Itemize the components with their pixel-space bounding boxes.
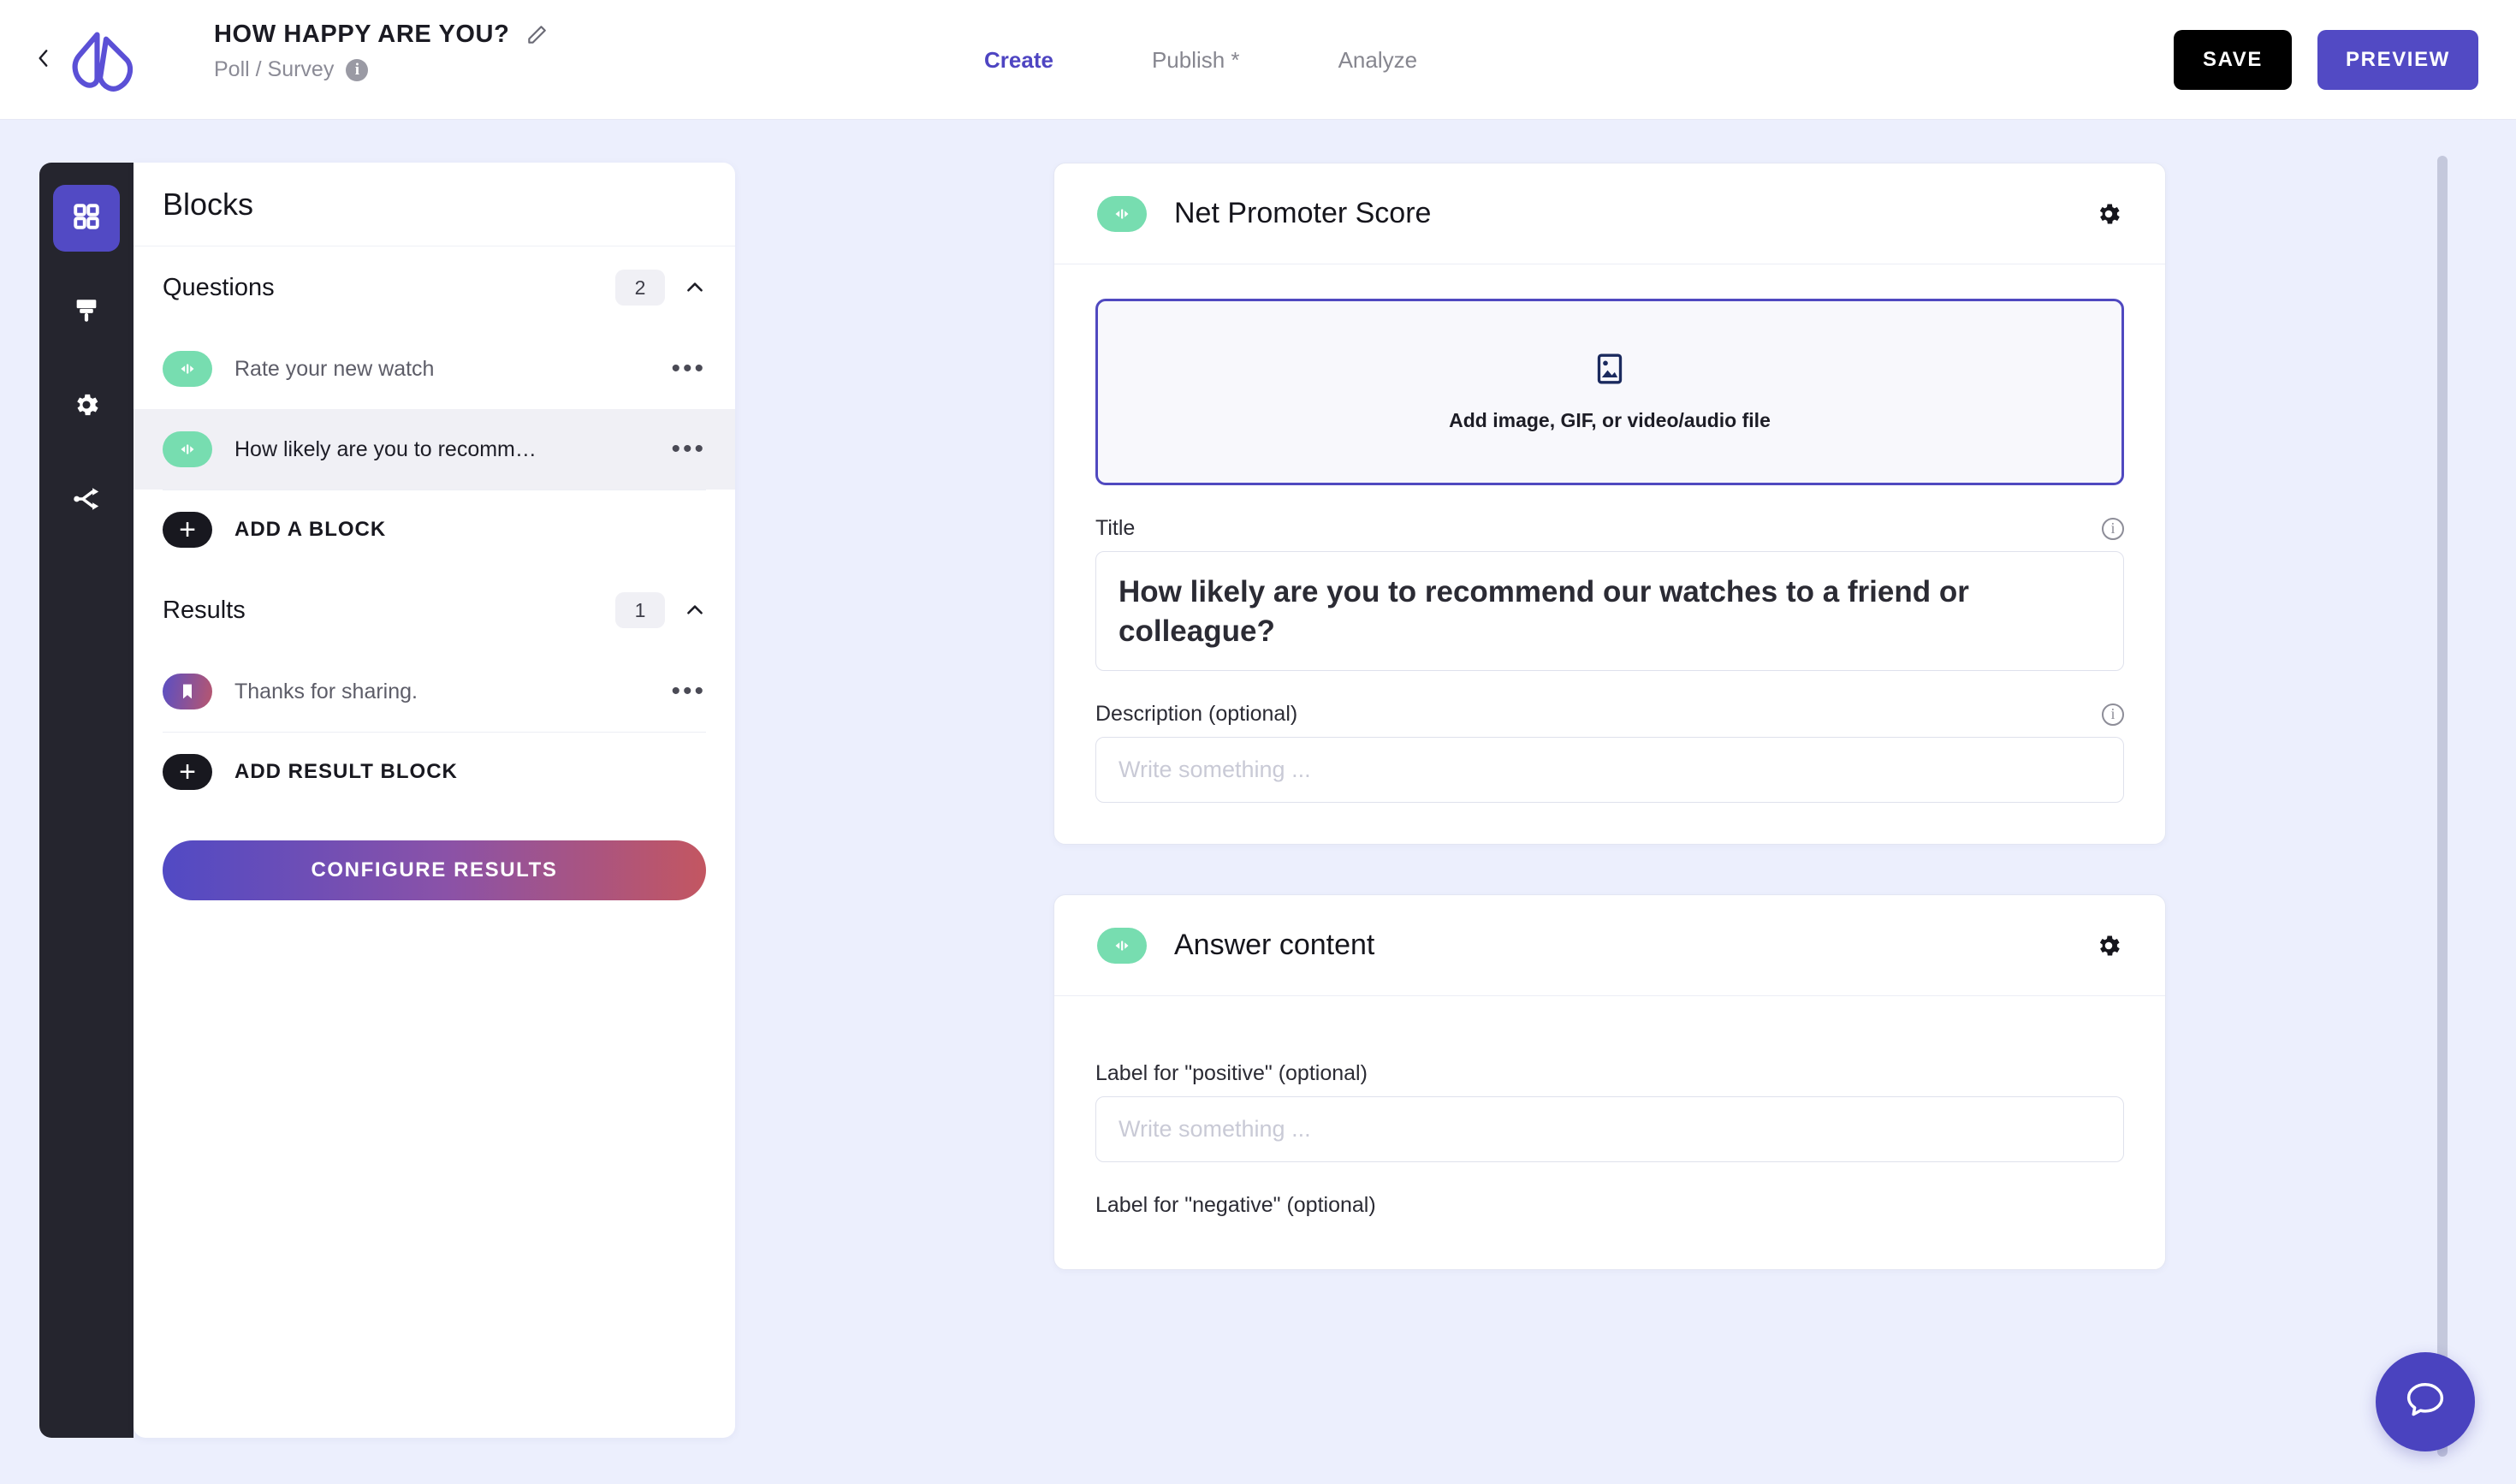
more-dots-icon[interactable]: ••• — [659, 435, 706, 464]
list-item[interactable]: Thanks for sharing. ••• — [134, 651, 735, 732]
list-item[interactable]: Rate your new watch ••• — [134, 329, 735, 409]
share-branch-icon — [72, 484, 101, 518]
media-dropzone-label: Add image, GIF, or video/audio file — [1449, 409, 1771, 431]
card-body: Add image, GIF, or video/audio file Titl… — [1054, 264, 2165, 844]
document-type-label: Poll / Survey — [214, 57, 335, 81]
list-item-label: Rate your new watch — [234, 356, 435, 381]
top-bar: HOW HAPPY ARE YOU? Poll / Survey i Creat… — [0, 0, 2516, 120]
questions-section-header: Questions 2 — [134, 246, 735, 329]
gear-icon[interactable] — [2095, 200, 2122, 228]
card-title: Net Promoter Score — [1174, 197, 1432, 229]
negative-field-label-row: Label for "negative" (optional) — [1095, 1193, 2124, 1218]
image-placeholder-icon — [1593, 352, 1627, 390]
card-header: Answer content — [1054, 895, 2165, 997]
media-dropzone[interactable]: Add image, GIF, or video/audio file — [1095, 299, 2124, 485]
card-header: Net Promoter Score — [1054, 163, 2165, 264]
negative-field-label: Label for "negative" (optional) — [1095, 1193, 1376, 1218]
chevron-up-icon[interactable] — [684, 276, 706, 299]
blocks-panel-title: Blocks — [163, 186, 254, 222]
title-input[interactable]: How likely are you to recommend our watc… — [1095, 551, 2124, 672]
chat-support-button[interactable] — [2376, 1352, 2475, 1451]
positive-label-input-placeholder: Write something ... — [1119, 1116, 1311, 1143]
add-result-block-button[interactable]: + ADD RESULT BLOCK — [134, 733, 735, 811]
positive-field-label: Label for "positive" (optional) — [1095, 1061, 1368, 1086]
chat-bubble-icon — [2401, 1376, 2449, 1428]
left-icon-rail — [39, 163, 134, 1438]
positive-label-input[interactable]: Write something ... — [1095, 1096, 2124, 1163]
blocks-panel: Blocks Questions 2 Rate your new watch •… — [134, 163, 735, 1438]
card-body: Label for "positive" (optional) Write so… — [1054, 996, 2165, 1269]
save-button[interactable]: SAVE — [2174, 30, 2292, 90]
editor-column: Net Promoter Score Add image, GIF, or vi… — [1053, 163, 2166, 1320]
gear-icon — [72, 390, 101, 424]
more-dots-icon[interactable]: ••• — [659, 354, 706, 383]
positive-field-label-row: Label for "positive" (optional) — [1095, 1061, 2124, 1086]
page-title: HOW HAPPY ARE YOU? — [214, 21, 510, 48]
nps-slider-icon — [1097, 195, 1147, 232]
top-action-buttons: SAVE PREVIEW — [2174, 0, 2478, 120]
list-item-label: Thanks for sharing. — [234, 679, 418, 703]
nps-slider-icon — [1097, 927, 1147, 964]
paintbrush-icon — [72, 296, 101, 329]
blocks-grid-icon — [71, 201, 102, 236]
title-field-label: Title — [1095, 516, 1136, 540]
brand-logo-icon[interactable] — [62, 26, 139, 98]
info-icon[interactable]: i — [2102, 703, 2124, 726]
document-subtitle-row: Poll / Survey i — [214, 57, 548, 82]
description-input[interactable]: Write something ... — [1095, 737, 2124, 804]
info-icon[interactable]: i — [2102, 517, 2124, 540]
plus-icon: + — [163, 754, 212, 790]
rail-item-blocks[interactable] — [53, 185, 120, 252]
blocks-panel-header: Blocks — [134, 163, 735, 246]
results-count-badge: 1 — [615, 592, 665, 628]
configure-results-button[interactable]: CONFIGURE RESULTS — [163, 840, 706, 900]
document-title-block: HOW HAPPY ARE YOU? Poll / Survey i — [214, 21, 548, 82]
nps-slider-icon — [163, 351, 212, 387]
chevron-up-icon[interactable] — [684, 599, 706, 621]
more-dots-icon[interactable]: ••• — [659, 677, 706, 706]
plus-icon: + — [163, 512, 212, 548]
results-section-title: Results — [163, 596, 246, 624]
rail-item-settings[interactable] — [53, 373, 120, 440]
description-field-label-row: Description (optional) i — [1095, 702, 2124, 727]
preview-button[interactable]: PREVIEW — [2317, 30, 2478, 90]
rail-item-design[interactable] — [53, 279, 120, 346]
pencil-icon[interactable] — [525, 24, 548, 46]
tab-analyze[interactable]: Analyze — [1338, 47, 1418, 74]
info-icon[interactable]: i — [346, 58, 369, 81]
card-title: Answer content — [1174, 929, 1375, 962]
gear-icon[interactable] — [2095, 932, 2122, 959]
title-field-label-row: Title i — [1095, 516, 2124, 541]
title-input-value: How likely are you to recommend our watc… — [1119, 575, 1969, 649]
tab-publish[interactable]: Publish * — [1152, 47, 1240, 74]
back-chevron-icon[interactable] — [33, 47, 55, 69]
tab-create[interactable]: Create — [984, 47, 1053, 74]
rail-item-logic[interactable] — [53, 467, 120, 534]
description-input-placeholder: Write something ... — [1119, 757, 1311, 783]
list-item-label: How likely are you to recomm… — [234, 436, 537, 461]
list-item[interactable]: How likely are you to recomm… ••• — [134, 409, 735, 490]
card-net-promoter-score: Net Promoter Score Add image, GIF, or vi… — [1053, 163, 2166, 846]
add-a-block-button[interactable]: + ADD A BLOCK — [134, 490, 735, 569]
vertical-scrollbar-thumb[interactable] — [2437, 156, 2448, 1457]
main-nav-tabs: Create Publish * Analyze — [984, 0, 1417, 120]
bookmark-icon — [163, 674, 212, 709]
card-answer-content: Answer content Label for "positive" (opt… — [1053, 894, 2166, 1271]
questions-count-badge: 2 — [615, 270, 665, 306]
nps-slider-icon — [163, 431, 212, 467]
description-field-label: Description (optional) — [1095, 702, 1298, 727]
questions-section-title: Questions — [163, 273, 275, 301]
results-section-header: Results 1 — [134, 569, 735, 651]
add-result-block-label: ADD RESULT BLOCK — [234, 760, 458, 783]
add-a-block-label: ADD A BLOCK — [234, 518, 387, 541]
